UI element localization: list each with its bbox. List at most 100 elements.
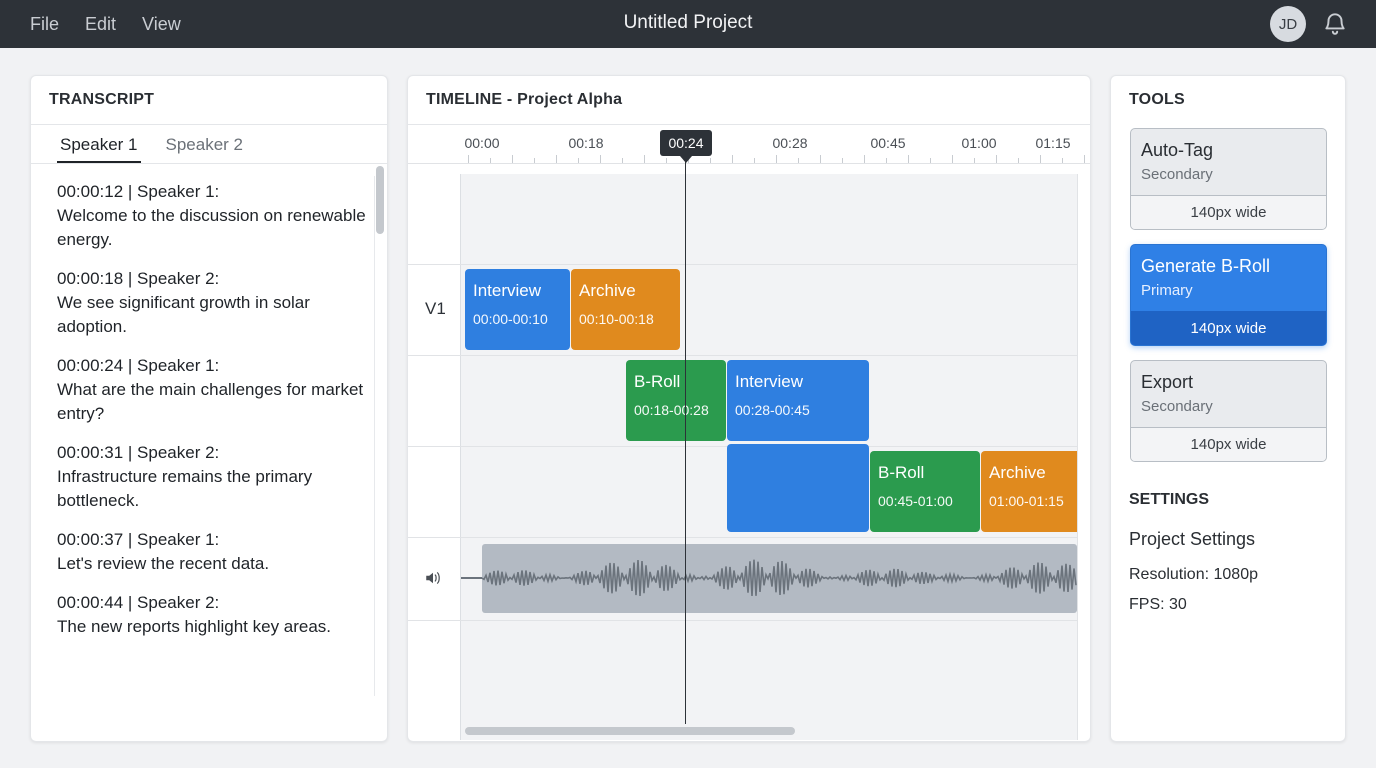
ruler-tick [732, 155, 733, 163]
button-variant: Secondary [1141, 398, 1213, 415]
button-label: Auto-Tag [1141, 140, 1214, 160]
entry-text: Let's review the recent data. [57, 554, 270, 573]
scroll-thumb[interactable] [465, 727, 795, 735]
scroll-thumb[interactable] [376, 166, 384, 234]
clip-archive[interactable]: Archive 00:10-00:18 [571, 269, 680, 350]
avatar[interactable]: JD [1270, 6, 1306, 42]
entry-timestamp: 00:00:44 | Speaker 2: [57, 593, 220, 612]
transcript-entry[interactable]: 00:00:37 | Speaker 1: Let's review the r… [57, 528, 367, 576]
clip-interview[interactable]: Interview 00:28-00:45 [727, 360, 869, 441]
bell-icon[interactable] [1322, 10, 1348, 36]
ruler-tick [754, 158, 755, 163]
entry-text: We see significant growth in solar adopt… [57, 293, 310, 336]
button-label: Generate B-Roll [1141, 256, 1271, 276]
ruler-tick [776, 155, 777, 163]
ruler-tick [1018, 158, 1019, 163]
transcript-entry[interactable]: 00:00:12 | Speaker 1: Welcome to the dis… [57, 180, 367, 252]
button-width-note: 140px wide [1131, 427, 1326, 461]
tick-label: 01:15 [1035, 135, 1071, 151]
timeline-panel: TIMELINE - Project Alpha 00:00 00:18 00:… [407, 75, 1091, 742]
clip-name: Interview [473, 281, 542, 300]
ruler-tick [512, 155, 513, 163]
export-button[interactable]: Export Secondary 140px wide [1130, 360, 1327, 462]
divider [31, 163, 387, 164]
auto-tag-button[interactable]: Auto-Tag Secondary 140px wide [1130, 128, 1327, 230]
top-bar: File Edit View Untitled Project JD [0, 0, 1376, 48]
button-label: Export [1141, 372, 1194, 392]
button-variant: Secondary [1141, 166, 1213, 183]
clip-name: Interview [735, 372, 804, 391]
button-width-note: 140px wide [1131, 311, 1326, 345]
tick-label: 00:45 [870, 135, 906, 151]
playhead-marker [680, 156, 692, 163]
entry-text: What are the main challenges for market … [57, 380, 364, 423]
entry-text: Infrastructure remains the primary bottl… [57, 467, 313, 510]
tab-speaker-2[interactable]: Speaker 2 [163, 125, 247, 163]
speaker-tabs: Speaker 1 Speaker 2 [57, 125, 268, 163]
entry-timestamp: 00:00:18 | Speaker 2: [57, 269, 220, 288]
tools-title: TOOLS [1129, 91, 1185, 108]
waveform-path [481, 559, 1077, 597]
ruler-tick [820, 155, 821, 163]
ruler-tick [644, 155, 645, 163]
playhead-handle[interactable]: 00:24 [660, 130, 712, 156]
ruler-tick [534, 158, 535, 163]
transcript-panel: TRANSCRIPT Speaker 1 Speaker 2 00:00:12 … [30, 75, 388, 742]
timeline-title: TIMELINE - Project Alpha [426, 91, 623, 108]
tab-speaker-1[interactable]: Speaker 1 [57, 125, 141, 163]
tick-label: 01:00 [961, 135, 997, 151]
clip-range: 00:18-00:28 [634, 402, 709, 418]
entry-text: The new reports highlight key areas. [57, 617, 332, 636]
ruler-tick [600, 155, 601, 163]
project-settings-heading: Project Settings [1129, 529, 1256, 549]
clip-name: Archive [989, 463, 1046, 482]
fps-setting[interactable]: FPS: 30 [1129, 596, 1187, 614]
ruler-tick [1040, 155, 1041, 163]
tools-panel: TOOLS Auto-Tag Secondary 140px wide Gene… [1110, 75, 1346, 742]
audio-waveform [481, 559, 1077, 597]
ruler-tick [468, 155, 469, 163]
timeline-horizontal-scrollbar[interactable] [461, 724, 1077, 738]
timeline-vertical-scrollbar[interactable] [1077, 174, 1090, 740]
transcript-entry[interactable]: 00:00:31 | Speaker 2: Infrastructure rem… [57, 441, 367, 513]
ruler-tick [908, 155, 909, 163]
clip-range: 00:45-01:00 [878, 493, 953, 509]
transcript-list: 00:00:12 | Speaker 1: Welcome to the dis… [57, 180, 367, 654]
tick-label: 00:28 [772, 135, 808, 151]
ruler-tick [666, 158, 667, 163]
ruler-tick [1062, 158, 1063, 163]
ruler-tick [886, 158, 887, 163]
clip-range: 00:28-00:45 [735, 402, 810, 418]
clip-b-roll[interactable]: B-Roll 00:45-01:00 [870, 451, 980, 532]
speaker-icon[interactable] [424, 569, 442, 587]
ruler-tick [930, 158, 931, 163]
generate-b-roll-button[interactable]: Generate B-Roll Primary 140px wide [1130, 244, 1327, 346]
clip-b-roll[interactable]: B-Roll 00:18-00:28 [626, 360, 726, 441]
transcript-entry[interactable]: 00:00:44 | Speaker 2: The new reports hi… [57, 591, 367, 639]
menu-file[interactable]: File [30, 14, 59, 35]
time-ruler[interactable]: 00:00 00:18 00:28 00:45 01:00 01:15 [408, 124, 1090, 164]
clip-archive[interactable]: Archive 01:00-01:15 [981, 451, 1077, 532]
ruler-tick [1084, 155, 1085, 163]
entry-timestamp: 00:00:31 | Speaker 2: [57, 443, 220, 462]
entry-timestamp: 00:00:24 | Speaker 1: [57, 356, 220, 375]
transcript-entry[interactable]: 00:00:24 | Speaker 1: What are the main … [57, 354, 367, 426]
transcript-scrollbar[interactable] [374, 166, 386, 696]
clip-name: B-Roll [878, 463, 925, 482]
ruler-tick [864, 155, 865, 163]
clip-interview[interactable]: Interview 00:00-00:10 [465, 269, 570, 350]
clip-name: B-Roll [634, 372, 681, 391]
waveform-lead [461, 577, 483, 579]
menu-view[interactable]: View [142, 14, 181, 35]
transcript-entry[interactable]: 00:00:18 | Speaker 2: We see significant… [57, 267, 367, 339]
clip-interview-extension[interactable] [727, 444, 869, 532]
transcript-title: TRANSCRIPT [49, 91, 155, 108]
ruler-tick [622, 158, 623, 163]
track-row [408, 174, 1078, 265]
tick-label: 00:00 [464, 135, 500, 151]
ruler-tick [578, 158, 579, 163]
entry-timestamp: 00:00:37 | Speaker 1: [57, 530, 220, 549]
resolution-setting[interactable]: Resolution: 1080p [1129, 566, 1258, 584]
audio-clip[interactable] [481, 544, 1077, 613]
menu-edit[interactable]: Edit [85, 14, 116, 35]
